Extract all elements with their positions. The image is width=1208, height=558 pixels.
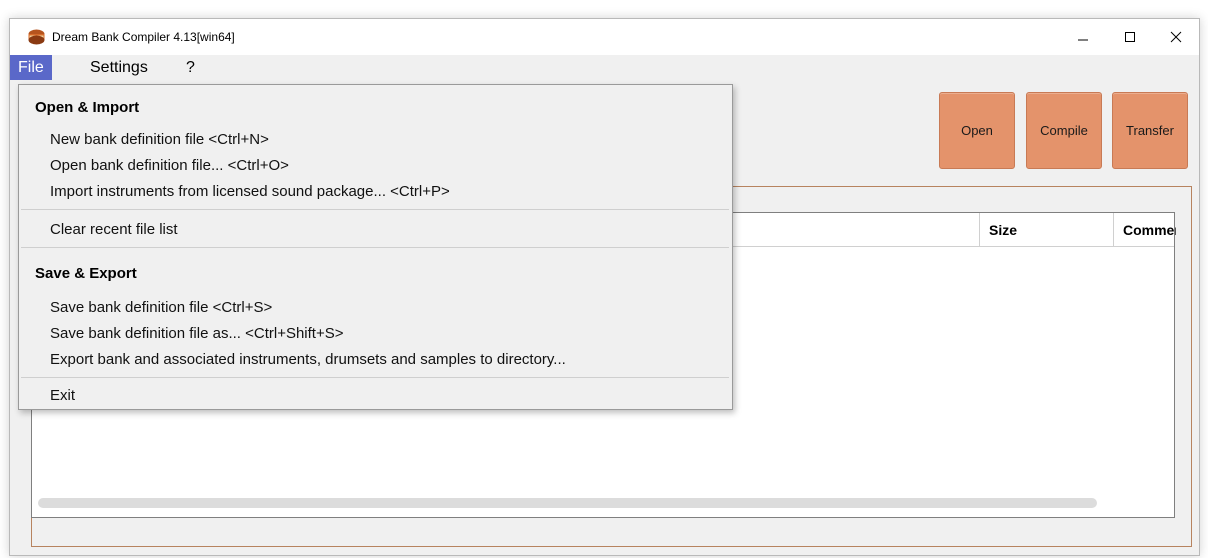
menu-item-save-bank[interactable]: Save bank definition file <Ctrl+S> bbox=[20, 295, 731, 321]
section-open-import: Open & Import bbox=[35, 99, 140, 116]
menu-item-export-bank[interactable]: Export bank and associated instruments, … bbox=[20, 347, 731, 373]
menu-item-import-instruments[interactable]: Import instruments from licensed sound p… bbox=[20, 179, 731, 205]
transfer-button[interactable]: Transfer bbox=[1112, 92, 1188, 169]
window-title: Dream Bank Compiler 4.13[win64] bbox=[52, 30, 235, 44]
menu-settings[interactable]: Settings bbox=[82, 55, 156, 80]
title-bar: Dream Bank Compiler 4.13[win64] bbox=[10, 19, 1199, 55]
menu-help[interactable]: ? bbox=[178, 55, 203, 80]
close-icon bbox=[1170, 31, 1182, 43]
menu-item-exit[interactable]: Exit bbox=[20, 383, 731, 409]
horizontal-scrollbar[interactable] bbox=[38, 498, 1097, 508]
menu-separator bbox=[21, 209, 729, 210]
menu-item-clear-recent[interactable]: Clear recent file list bbox=[20, 217, 731, 243]
column-size[interactable]: Size bbox=[979, 213, 1113, 247]
menu-separator bbox=[21, 377, 729, 378]
menu-item-save-bank-as[interactable]: Save bank definition file as... <Ctrl+Sh… bbox=[20, 321, 731, 347]
column-comment[interactable]: Commen bbox=[1113, 213, 1176, 247]
menu-bar: File Settings ? bbox=[10, 55, 1199, 80]
open-button[interactable]: Open bbox=[939, 92, 1015, 169]
maximize-icon bbox=[1125, 32, 1135, 42]
menu-item-new-bank[interactable]: New bank definition file <Ctrl+N> bbox=[20, 127, 731, 153]
close-button[interactable] bbox=[1153, 19, 1199, 55]
maximize-button[interactable] bbox=[1107, 19, 1153, 55]
compile-button[interactable]: Compile bbox=[1026, 92, 1102, 169]
app-icon bbox=[28, 29, 45, 45]
menu-file[interactable]: File bbox=[10, 55, 52, 80]
section-save-export: Save & Export bbox=[35, 265, 137, 282]
minimize-icon bbox=[1078, 39, 1088, 41]
minimize-button[interactable] bbox=[1060, 19, 1106, 55]
menu-separator bbox=[21, 247, 729, 248]
menu-item-open-bank[interactable]: Open bank definition file... <Ctrl+O> bbox=[20, 153, 731, 179]
file-menu-dropdown: Open & Import New bank definition file <… bbox=[18, 84, 733, 410]
